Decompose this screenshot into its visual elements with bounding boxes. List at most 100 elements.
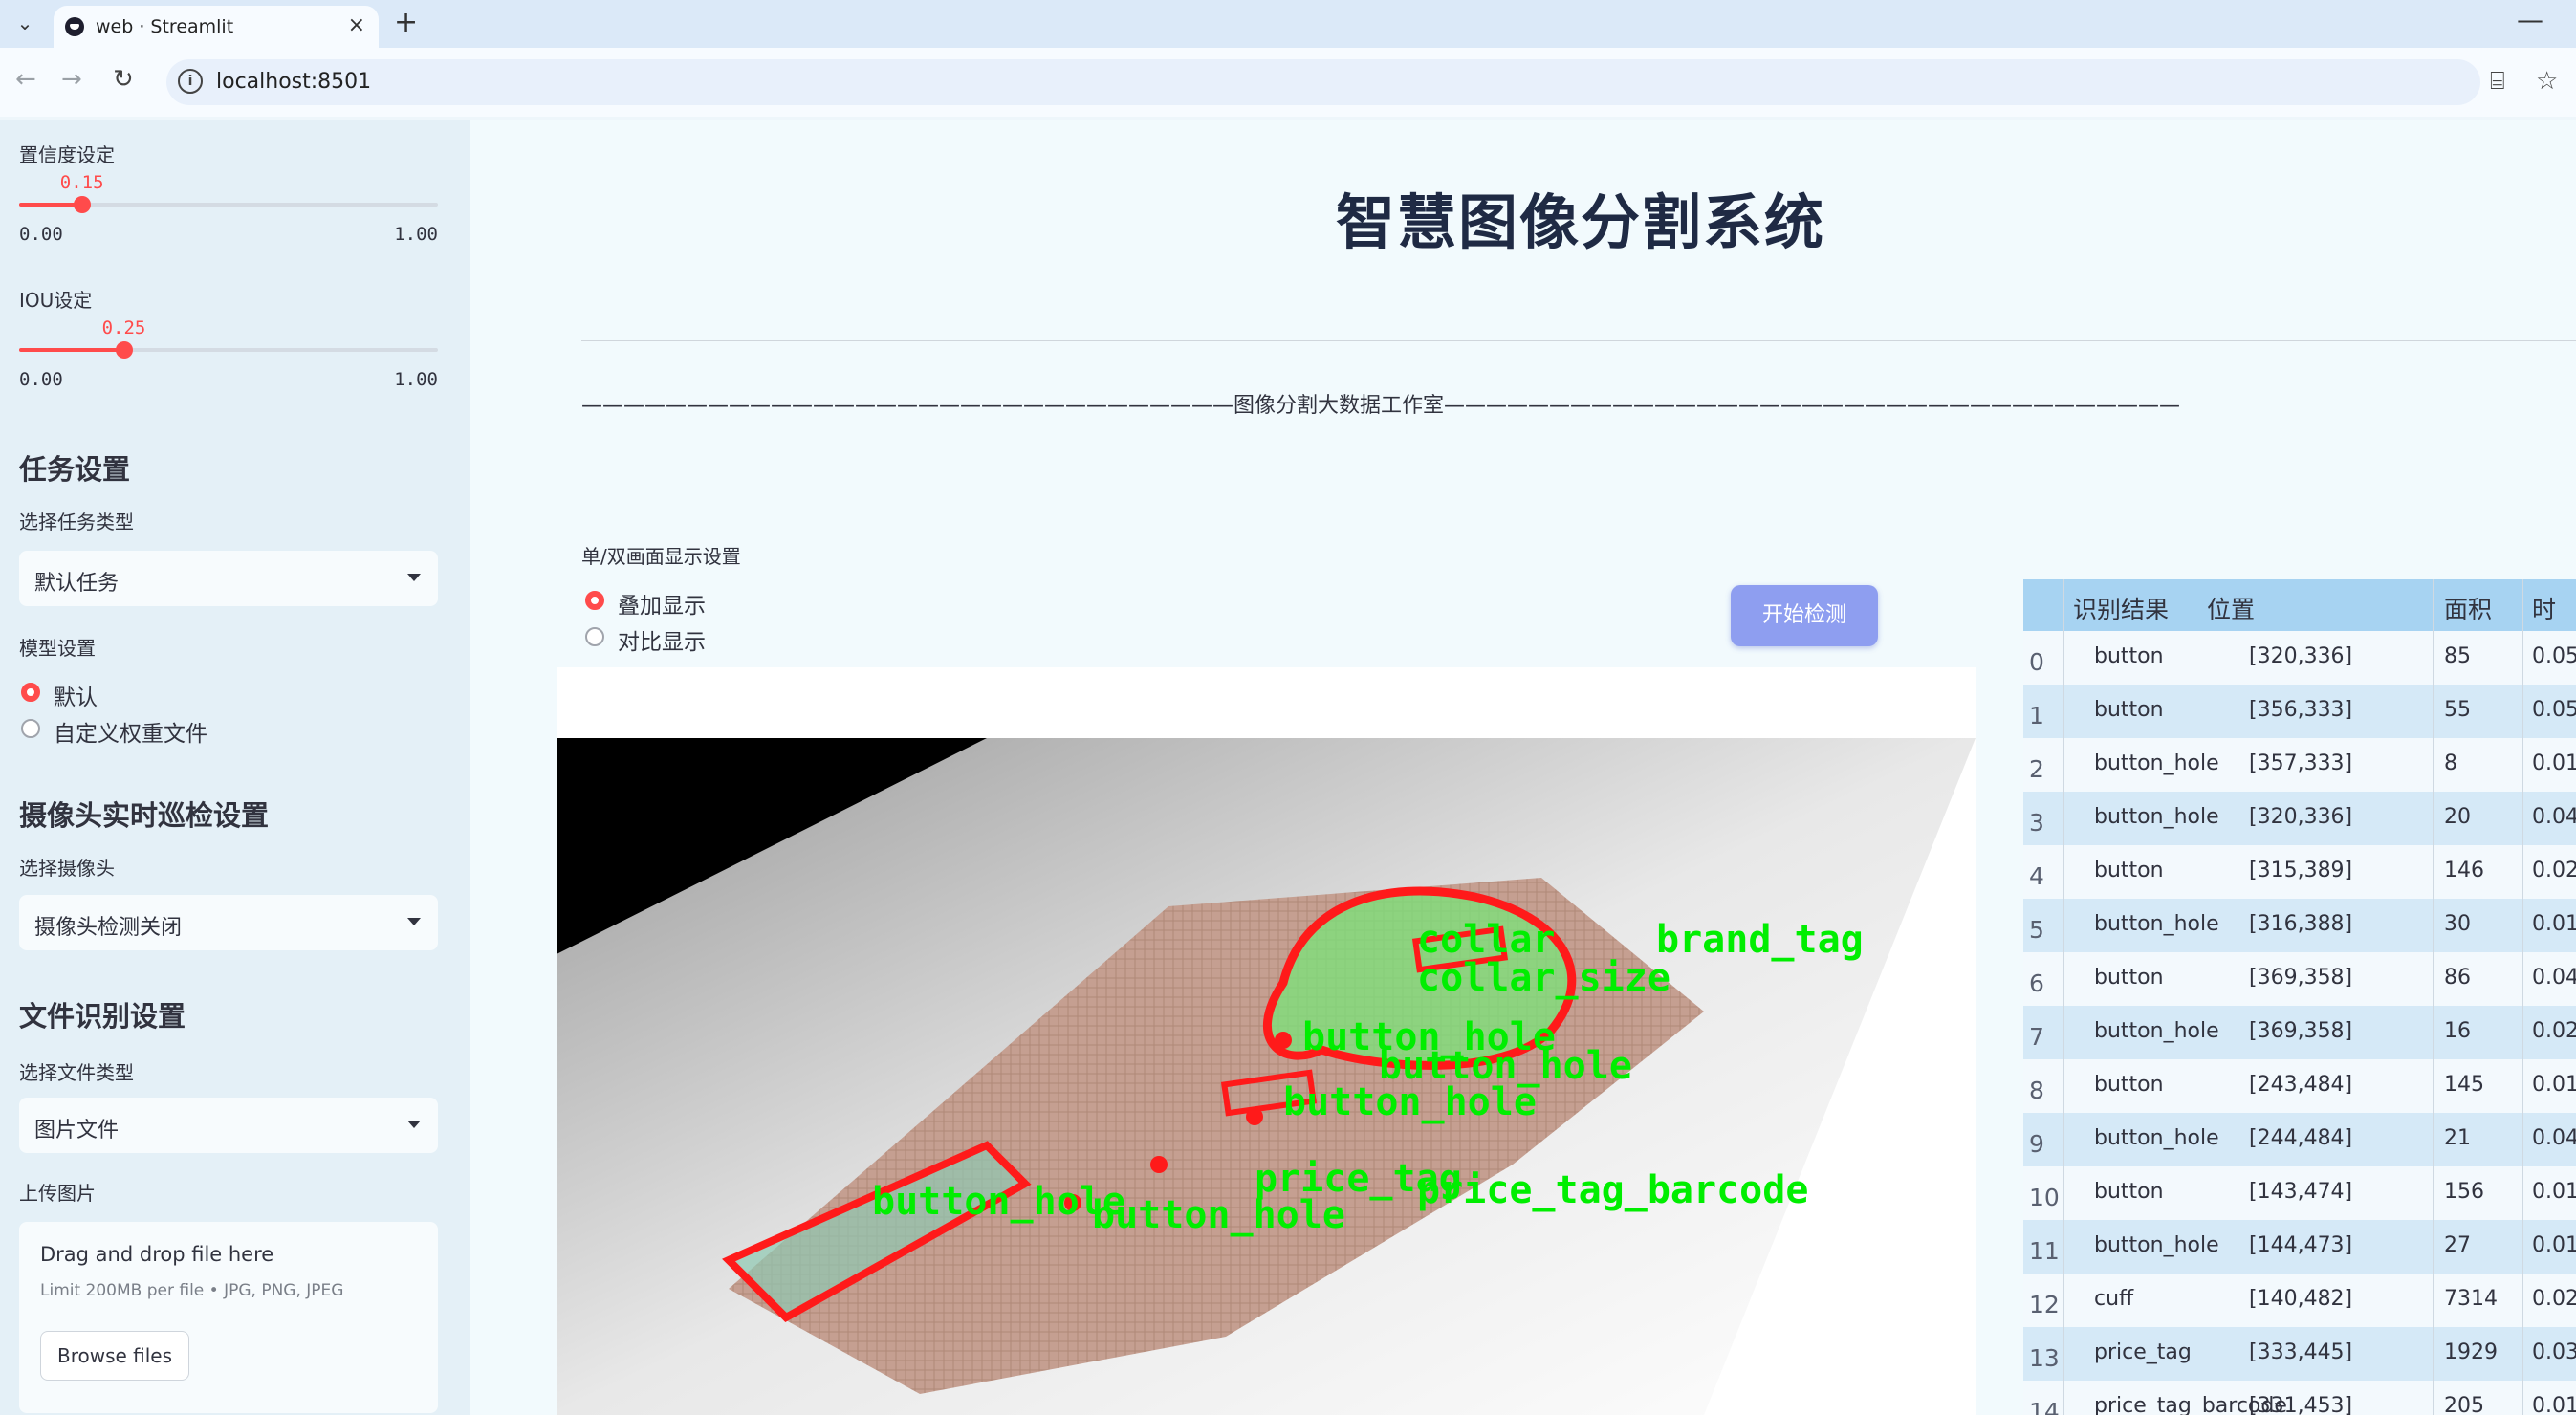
cell-label: button xyxy=(2094,644,2164,668)
table-row[interactable]: 7 button_hole [369,358] 16 0.02 xyxy=(2023,1006,2576,1059)
camera-select[interactable]: 摄像头检测关闭 xyxy=(19,895,438,950)
cell-label: button xyxy=(2094,1073,2164,1097)
table-row[interactable]: 11 button_hole [144,473] 27 0.01 xyxy=(2023,1220,2576,1274)
cell-label: button xyxy=(2094,859,2164,882)
header-position[interactable]: 位置 xyxy=(2207,591,2255,625)
back-arrow-icon[interactable]: ← xyxy=(15,65,36,94)
cell-area: 146 xyxy=(2444,859,2484,882)
forward-arrow-icon[interactable]: → xyxy=(61,65,82,94)
cell-label: price_tag xyxy=(2094,1340,2192,1364)
radio-checked-icon xyxy=(21,683,40,702)
table-row[interactable]: 3 button_hole [320,336] 20 0.04 xyxy=(2023,792,2576,845)
divider xyxy=(581,340,2576,341)
cell-label: button_hole xyxy=(2094,1233,2219,1257)
table-row[interactable]: 5 button_hole [316,388] 30 0.01 xyxy=(2023,899,2576,952)
row-index: 4 xyxy=(2029,862,2044,890)
table-header: 识别结果 位置 面积 时间 xyxy=(2023,579,2576,658)
table-row[interactable]: 0 button [320,336] 85 0.05 xyxy=(2023,631,2576,685)
row-index: 6 xyxy=(2029,969,2044,997)
cell-position: [357,333] xyxy=(2249,751,2353,775)
row-index: 8 xyxy=(2029,1077,2044,1104)
start-detection-button[interactable]: 开始检测 xyxy=(1731,585,1878,646)
results-table[interactable]: 识别结果 位置 面积 时间 0button[320,336]850.051but… xyxy=(2023,579,2576,1415)
cell-area: 156 xyxy=(2444,1180,2484,1204)
cell-position: [320,336] xyxy=(2249,805,2353,829)
table-row[interactable]: 12 cuff [140,482] 7314 0.02 xyxy=(2023,1274,2576,1327)
cell-area: 7314 xyxy=(2444,1287,2498,1311)
cell-label: button xyxy=(2094,966,2164,990)
confidence-thumb[interactable] xyxy=(73,196,91,213)
confidence-max: 1.00 xyxy=(394,224,438,245)
cell-time: 0.04 xyxy=(2532,1126,2576,1150)
task-type-select[interactable]: 默认任务 xyxy=(19,551,438,606)
table-row[interactable]: 13 price_tag [333,445] 1929 0.03 xyxy=(2023,1327,2576,1381)
iou-fill xyxy=(19,348,124,352)
cell-time: 0.05 xyxy=(2532,698,2576,722)
confidence-value: 0.15 xyxy=(59,172,104,193)
cell-time: 0.01 xyxy=(2532,1073,2576,1097)
row-index: 3 xyxy=(2029,809,2044,837)
cell-area: 1929 xyxy=(2444,1340,2498,1364)
display-option-label: 对比显示 xyxy=(618,630,706,655)
header-area[interactable]: 面积 xyxy=(2444,591,2492,625)
label-price-tag-barcode: price_tag_barcode xyxy=(1417,1168,1808,1212)
cell-area: 8 xyxy=(2444,751,2457,775)
cell-label: button_hole xyxy=(2094,751,2219,775)
browser-tab[interactable]: web · Streamlit × xyxy=(54,6,379,48)
header-label[interactable]: 识别结果 xyxy=(2073,591,2169,625)
cell-time: 0.02 xyxy=(2532,1287,2576,1311)
task-type-label: 选择任务类型 xyxy=(19,511,134,533)
model-option-label: 默认 xyxy=(54,686,98,710)
cell-label: button xyxy=(2094,1180,2164,1204)
table-row[interactable]: 4 button [315,389] 146 0.02 xyxy=(2023,845,2576,899)
table-row[interactable]: 14 price_tag_barcode [331,453] 205 0.01 xyxy=(2023,1381,2576,1415)
cell-position: [243,484] xyxy=(2249,1073,2353,1097)
iou-slider[interactable]: 0.25 0.00 1.00 xyxy=(19,317,438,390)
page-title: 智慧图像分割系统 xyxy=(1335,187,1825,257)
radio-unchecked-icon xyxy=(585,627,604,646)
table-row[interactable]: 10 button [143,474] 156 0.01 xyxy=(2023,1166,2576,1220)
row-index: 11 xyxy=(2029,1237,2060,1265)
table-row[interactable]: 9 button_hole [244,484] 21 0.04 xyxy=(2023,1113,2576,1166)
chevron-down-icon xyxy=(407,574,421,581)
translate-icon[interactable]: ⌸ xyxy=(2490,67,2505,97)
cell-area: 27 xyxy=(2444,1233,2471,1257)
row-index: 12 xyxy=(2029,1291,2060,1318)
camera-label: 选择摄像头 xyxy=(19,857,115,880)
cell-position: [333,445] xyxy=(2249,1340,2353,1364)
cell-area: 16 xyxy=(2444,1019,2471,1043)
reload-icon[interactable]: ↻ xyxy=(113,65,134,94)
display-mode-label: 单/双画面显示设置 xyxy=(581,545,741,568)
cell-time: 0.05 xyxy=(2532,644,2576,668)
file-type-value: 图片文件 xyxy=(34,1119,120,1143)
cell-position: [143,474] xyxy=(2249,1180,2353,1204)
file-type-select[interactable]: 图片文件 xyxy=(19,1098,438,1153)
studio-banner: ———————————————————————————————图像分割大数据工作… xyxy=(581,394,2181,418)
streamlit-favicon-icon xyxy=(65,17,84,36)
confidence-slider[interactable]: 0.15 0.00 1.00 xyxy=(19,172,438,245)
close-tab-icon[interactable]: × xyxy=(348,13,365,37)
cell-area: 145 xyxy=(2444,1073,2484,1097)
cell-time: 0.01 xyxy=(2532,751,2576,775)
iou-thumb[interactable] xyxy=(115,341,133,359)
row-index: 1 xyxy=(2029,702,2044,729)
url-field[interactable]: i localhost:8501 xyxy=(166,59,2480,105)
cell-label: button_hole xyxy=(2094,1019,2219,1043)
minimize-window-icon[interactable]: — xyxy=(2517,4,2543,35)
bookmark-star-icon[interactable]: ☆ xyxy=(2536,67,2558,96)
task-type-value: 默认任务 xyxy=(34,572,120,596)
site-info-icon[interactable]: i xyxy=(178,69,203,94)
cell-area: 21 xyxy=(2444,1126,2471,1150)
tab-list-chevron-icon[interactable]: ⌄ xyxy=(11,10,38,36)
table-row[interactable]: 6 button [369,358] 86 0.04 xyxy=(2023,952,2576,1006)
label-button-hole: button_hole xyxy=(872,1180,1125,1224)
new-tab-icon[interactable]: + xyxy=(394,6,418,39)
table-row[interactable]: 2 button_hole [357,333] 8 0.01 xyxy=(2023,738,2576,792)
file-dropzone[interactable]: Drag and drop file here Limit 200MB per … xyxy=(19,1222,438,1413)
cell-area: 55 xyxy=(2444,698,2471,722)
row-index: 0 xyxy=(2029,648,2044,676)
table-row[interactable]: 8 button [243,484] 145 0.01 xyxy=(2023,1059,2576,1113)
browse-files-button[interactable]: Browse files xyxy=(40,1331,189,1381)
camera-value: 摄像头检测关闭 xyxy=(34,916,183,940)
table-row[interactable]: 1 button [356,333] 55 0.05 xyxy=(2023,685,2576,738)
